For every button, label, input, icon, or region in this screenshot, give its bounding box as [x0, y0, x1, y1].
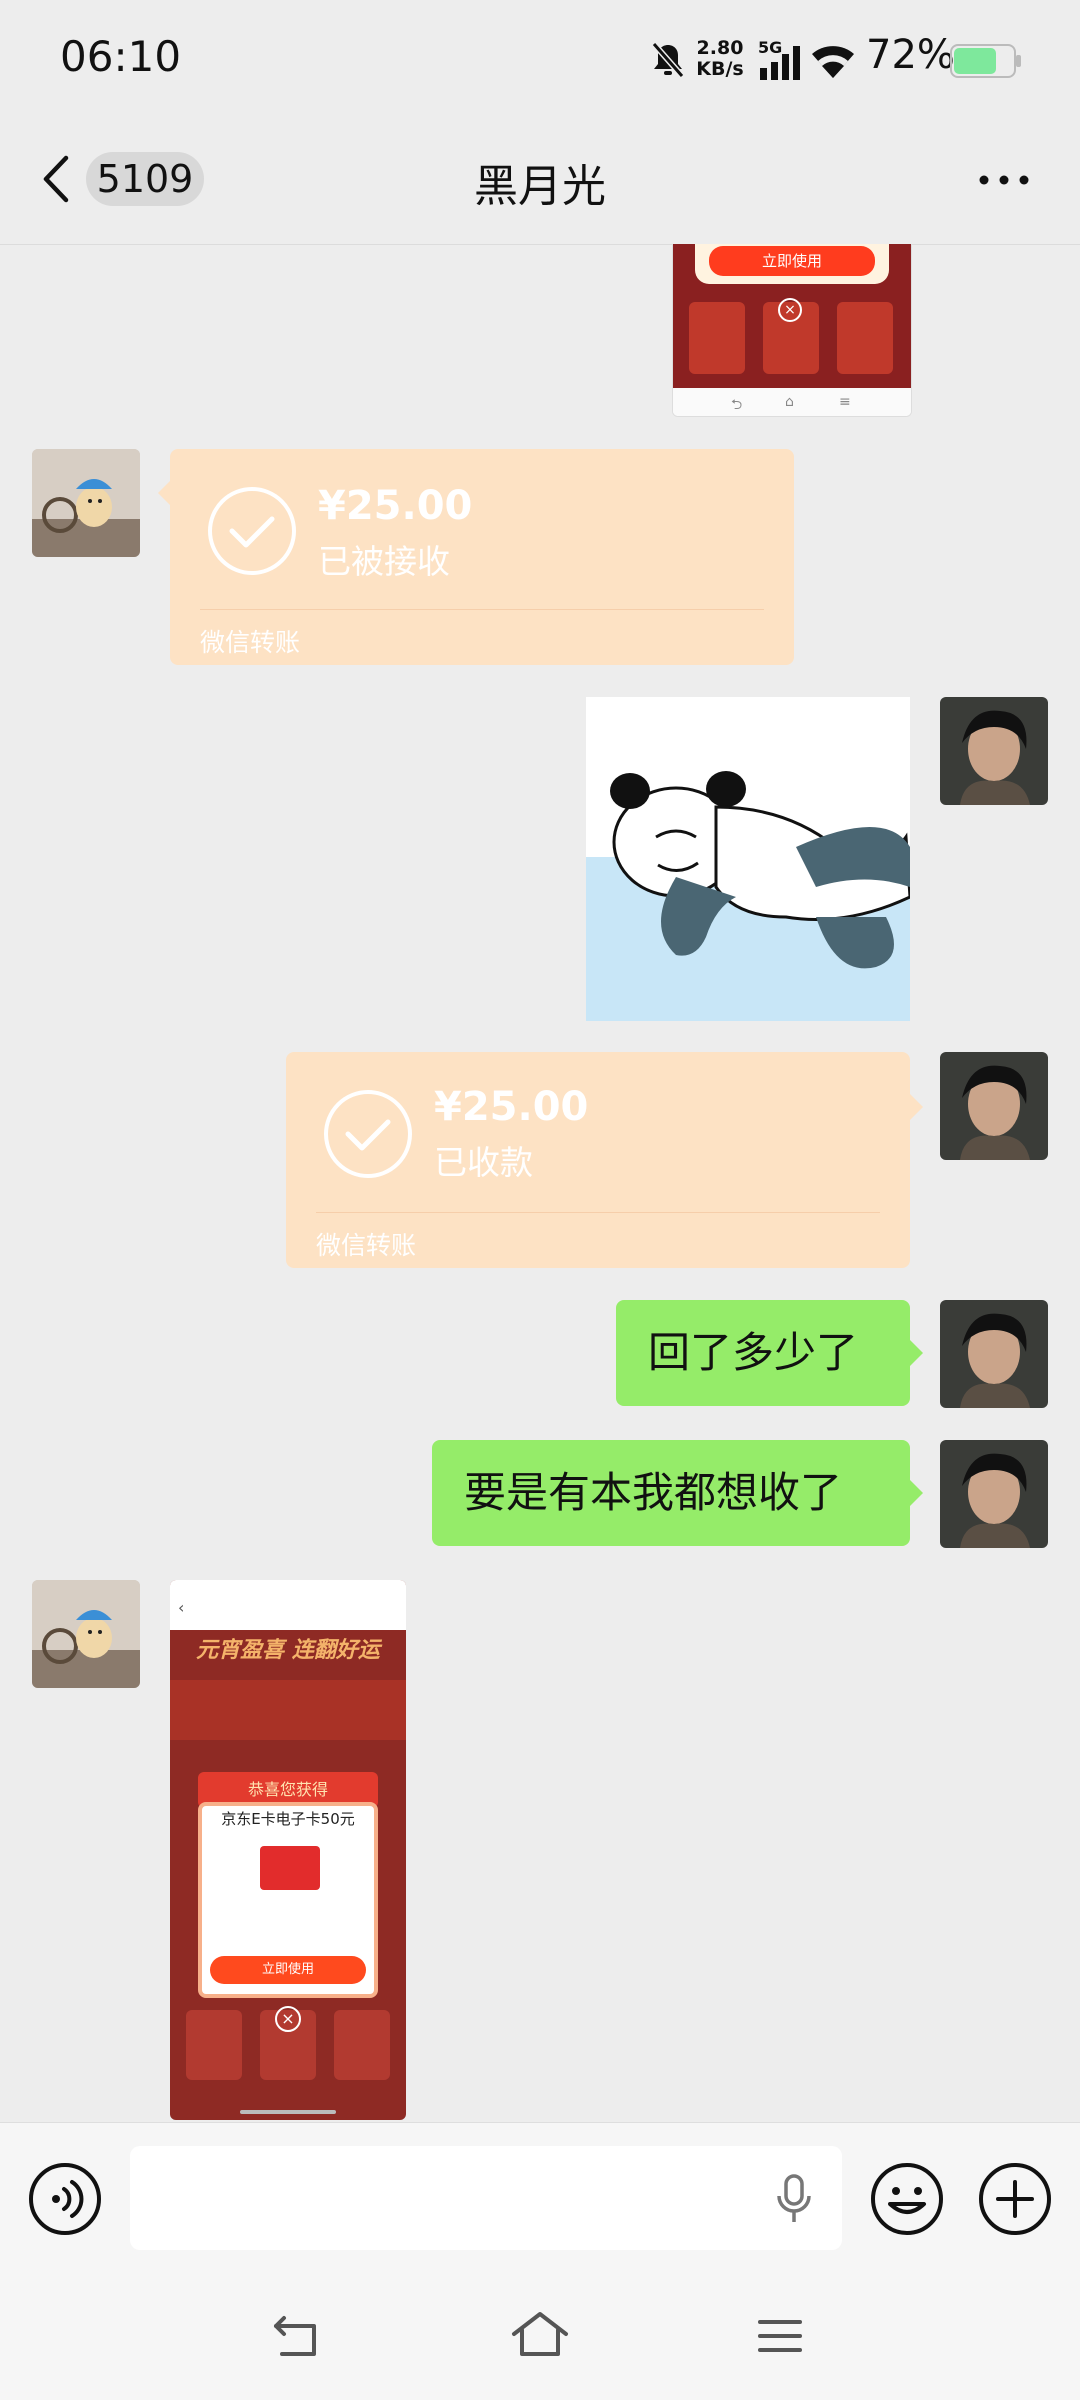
- avatar-self[interactable]: [940, 1300, 1048, 1408]
- battery-percent: 72%: [866, 32, 955, 78]
- signal-icon: [760, 46, 800, 80]
- transfer-amount: ¥25.00: [318, 483, 473, 529]
- net-speed: 2.80 KB/s: [696, 37, 744, 80]
- transfer-message-sent[interactable]: ¥25.00 已收款 微信转账: [286, 1052, 910, 1268]
- image-message[interactable]: 立即使用 × ⮌ ⌂ ≡: [672, 244, 912, 417]
- back-nav-icon: ⮌: [731, 397, 743, 413]
- back-nav-icon[interactable]: [270, 2312, 326, 2360]
- text-message[interactable]: 要是有本我都想收了: [432, 1440, 910, 1546]
- check-circle-icon: [208, 487, 296, 575]
- home-nav-icon: ⌂: [785, 394, 794, 410]
- voice-mode-icon[interactable]: [28, 2162, 102, 2236]
- transfer-label: 微信转账: [200, 628, 301, 657]
- gesture-bar: [240, 2110, 336, 2114]
- avatar-contact[interactable]: [32, 1580, 140, 1688]
- close-icon: ×: [778, 298, 802, 322]
- avatar-contact[interactable]: [32, 449, 140, 557]
- avatar-self[interactable]: [940, 1052, 1048, 1160]
- promo-banner: 元宵盈喜 连翻好运: [196, 1638, 380, 1663]
- transfer-message-received[interactable]: ¥25.00 已被接收 微信转账: [170, 449, 794, 665]
- back-arrow-icon: ‹: [178, 1598, 185, 1617]
- emoji-icon[interactable]: [870, 2162, 944, 2236]
- use-now-button: 立即使用: [210, 1956, 366, 1984]
- transfer-amount: ¥25.00: [434, 1084, 589, 1130]
- unread-count-badge[interactable]: 5109: [86, 152, 204, 206]
- chevron-left-icon[interactable]: [38, 154, 74, 204]
- plus-icon[interactable]: [978, 2162, 1052, 2236]
- menu-nav-icon: ≡: [839, 394, 851, 410]
- transfer-status: 已被接收: [318, 542, 450, 581]
- check-circle-icon: [324, 1090, 412, 1178]
- divider: [200, 609, 764, 610]
- menu-nav-icon[interactable]: [756, 2316, 804, 2356]
- text-message[interactable]: 回了多少了: [616, 1300, 910, 1406]
- battery-icon: [950, 44, 1021, 78]
- mute-bell-icon: [651, 42, 685, 78]
- mic-icon[interactable]: [774, 2174, 814, 2224]
- transfer-status: 已收款: [434, 1143, 533, 1182]
- use-now-button: 立即使用: [709, 246, 875, 276]
- bubble-tail: [910, 1480, 923, 1506]
- bubble-tail: [910, 1340, 923, 1366]
- prize-title: 京东E卡电子卡50元: [221, 1810, 355, 1828]
- transfer-label: 微信转账: [316, 1231, 417, 1260]
- close-icon: ×: [275, 2006, 301, 2032]
- avatar-self[interactable]: [940, 1440, 1048, 1548]
- more-dots-icon[interactable]: [976, 170, 1032, 190]
- bubble-tail: [158, 480, 171, 506]
- message-input[interactable]: [130, 2146, 842, 2250]
- panda-sticker-image: [586, 771, 910, 1021]
- sticker-message[interactable]: [586, 697, 910, 1021]
- wifi-icon: [812, 46, 854, 78]
- image-message[interactable]: ‹ 元宵盈喜 连翻好运 恭喜您获得 京东E卡电子卡50元 立即使用 ×: [170, 1580, 406, 2120]
- chat-title: 黑月光: [474, 161, 606, 212]
- avatar-self[interactable]: [940, 697, 1048, 805]
- bubble-tail: [910, 1094, 923, 1120]
- status-time: 06:10: [60, 32, 182, 81]
- divider: [316, 1212, 880, 1213]
- home-nav-icon[interactable]: [510, 2310, 570, 2360]
